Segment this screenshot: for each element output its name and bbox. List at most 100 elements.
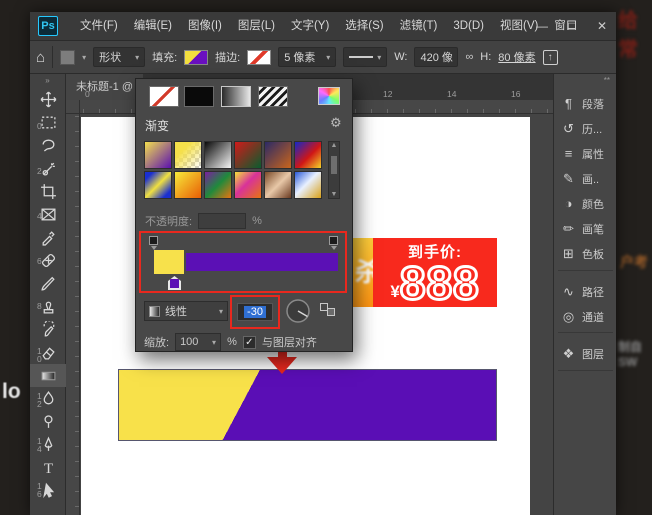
dodge-tool[interactable]	[30, 410, 66, 433]
menu-item[interactable]: 3D(D)	[445, 12, 492, 40]
marquee-tool[interactable]	[30, 111, 66, 134]
blur-tool[interactable]	[30, 387, 66, 410]
path-selection-tool[interactable]	[30, 479, 66, 502]
paths-icon: ∿	[561, 284, 576, 300]
scale-field[interactable]: 100 ▾	[175, 333, 221, 351]
type-tool[interactable]: T	[30, 456, 66, 479]
gradient-preset[interactable]	[144, 141, 172, 169]
document-tab[interactable]: 未标题-1 @	[66, 74, 143, 100]
menu-item[interactable]: 文件(F)	[72, 12, 126, 40]
scroll-down-icon[interactable]: ▼	[329, 191, 339, 198]
move-tool[interactable]	[30, 88, 66, 111]
quick-selection-tool[interactable]	[30, 157, 66, 180]
angle-field[interactable]: -30	[237, 303, 273, 321]
width-field[interactable]: 420 像	[414, 47, 458, 67]
minimize-icon[interactable]: —	[534, 19, 550, 33]
scrollbar-thumb[interactable]	[331, 156, 337, 174]
fill-type-gradient-button[interactable]	[221, 86, 251, 107]
tool-preset-icon[interactable]	[60, 50, 75, 65]
color-picker-button[interactable]	[318, 87, 340, 105]
fill-type-solid-button[interactable]	[184, 86, 214, 107]
link-dimensions-icon[interactable]: ∞	[465, 51, 473, 63]
bg-text-right-low: 制自 SW	[618, 338, 652, 369]
stroke-width-field[interactable]: 5 像素 ▾	[278, 47, 336, 67]
chevron-down-icon[interactable]: ▾	[82, 53, 86, 62]
crop-tool[interactable]	[30, 180, 66, 203]
panel-item-brush-settings[interactable]: ✎画..	[554, 166, 617, 191]
close-icon[interactable]: ✕	[594, 19, 610, 33]
gradient-preset[interactable]	[144, 171, 172, 199]
bg-text-right-mid: 户考	[620, 252, 648, 272]
layers-icon: ❖	[561, 346, 576, 362]
gear-icon[interactable]: ⚙	[330, 115, 342, 131]
stroke-swatch[interactable]	[247, 50, 271, 65]
brush-tool[interactable]	[30, 272, 66, 295]
fill-type-none-button[interactable]	[149, 86, 179, 107]
angle-dial[interactable]	[285, 298, 311, 324]
panel-item-channels[interactable]: ◎通道	[554, 304, 617, 329]
gradient-preset[interactable]	[174, 171, 202, 199]
menu-item[interactable]: 文字(Y)	[283, 12, 337, 40]
ruler-number: 10	[37, 347, 45, 363]
panel-item-properties[interactable]: ≡属性	[554, 141, 617, 166]
panel-item-paragraph[interactable]: ¶段落	[554, 91, 617, 116]
panel-item-paths[interactable]: ∿路径	[554, 279, 617, 304]
color-stop[interactable]	[168, 276, 181, 290]
pen-tool[interactable]	[30, 433, 66, 456]
clone-stamp-tool[interactable]	[30, 295, 66, 318]
eraser-tool[interactable]	[30, 341, 66, 364]
bg-text-left-low: lo	[2, 380, 21, 404]
banner-red-area: 到手价: ¥ 888	[373, 238, 497, 307]
ruler-number: 12	[37, 392, 45, 408]
gradient-preset[interactable]	[204, 171, 232, 199]
scroll-up-icon[interactable]: ▲	[329, 142, 339, 149]
gradient-preset[interactable]	[234, 141, 262, 169]
shape-mode-dropdown[interactable]: 形状 ▾	[93, 47, 145, 67]
menu-item[interactable]: 编辑(E)	[126, 12, 180, 40]
preset-scrollbar[interactable]: ▲ ▼	[328, 141, 340, 199]
gradient-preset[interactable]	[234, 171, 262, 199]
healing-brush-tool[interactable]	[30, 249, 66, 272]
gradient-style-icon	[149, 306, 160, 317]
reverse-gradient-icon[interactable]	[320, 303, 338, 317]
gradient-shape[interactable]	[118, 369, 497, 441]
opacity-stop-right[interactable]	[329, 236, 338, 245]
panel-item-color[interactable]: ◑颜色	[554, 191, 617, 216]
history-brush-tool[interactable]	[30, 318, 66, 341]
gradient-preset[interactable]	[174, 141, 202, 169]
maximize-icon[interactable]: □	[564, 19, 580, 33]
panel-item-swatches[interactable]: ⊞色板	[554, 241, 617, 266]
menu-item[interactable]: 滤镜(T)	[392, 12, 446, 40]
gradient-style-dropdown[interactable]: 线性 ▾	[144, 301, 228, 321]
frame-tool[interactable]	[30, 203, 66, 226]
gradient-tool[interactable]	[30, 364, 66, 387]
panel-collapse-icon[interactable]: **	[554, 74, 616, 88]
gradient-preset[interactable]	[294, 171, 322, 199]
toolbar-collapse-icon[interactable]: »	[30, 74, 65, 88]
gradient-preset[interactable]	[264, 141, 292, 169]
fill-swatch[interactable]	[184, 50, 208, 65]
line-style-icon	[349, 56, 373, 58]
menu-item[interactable]: 选择(S)	[337, 12, 391, 40]
gradient-preset[interactable]	[294, 141, 322, 169]
fill-type-pattern-button[interactable]	[258, 86, 288, 107]
panel-item-history[interactable]: ↺历...	[554, 116, 617, 141]
gradient-bar-purple[interactable]	[186, 253, 338, 271]
stroke-style-dropdown[interactable]: ▾	[343, 47, 387, 67]
menu-item[interactable]: 图层(L)	[230, 12, 283, 40]
gradient-preset[interactable]	[264, 171, 292, 199]
eyedropper-tool[interactable]	[30, 226, 66, 249]
home-icon[interactable]: ⌂	[36, 49, 45, 66]
menu-item[interactable]: 图像(I)	[180, 12, 230, 40]
gradient-bar-yellow[interactable]	[154, 250, 184, 274]
opacity-stop-left[interactable]	[149, 236, 158, 245]
panel-item-brushes[interactable]: ✏画笔	[554, 216, 617, 241]
align-with-layer-checkbox[interactable]: ✓	[243, 336, 256, 349]
gradient-preset[interactable]	[204, 141, 232, 169]
share-icon[interactable]: ↑	[543, 50, 558, 65]
align-with-layer-label: 与图层对齐	[262, 334, 317, 350]
height-value[interactable]: 80 像素	[498, 49, 535, 65]
lasso-tool[interactable]	[30, 134, 66, 157]
panel-item-layers[interactable]: ❖图层	[554, 341, 617, 366]
opacity-field[interactable]	[198, 213, 246, 229]
